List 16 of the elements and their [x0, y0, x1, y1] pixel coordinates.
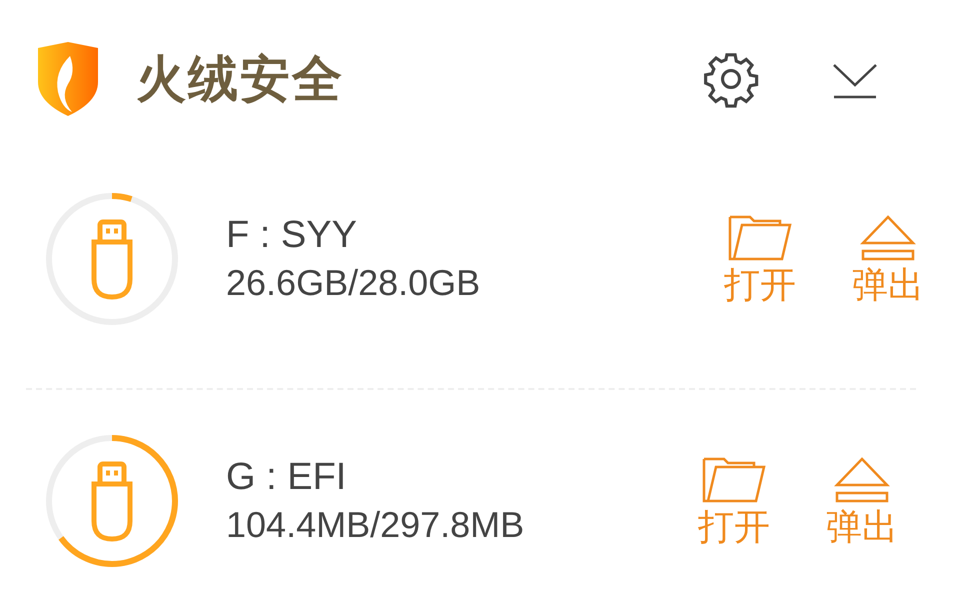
usb-drive-icon [92, 220, 132, 300]
eject-button[interactable]: 弹出 [838, 215, 938, 303]
logo-icon [36, 42, 100, 116]
usb-drive-icon [92, 462, 132, 542]
eject-icon [859, 215, 917, 261]
app-title: 火绒安全 [136, 54, 344, 104]
eject-button[interactable]: 弹出 [812, 457, 912, 545]
eject-icon [833, 457, 891, 503]
open-button[interactable]: 打开 [710, 215, 810, 303]
drive-name: G : EFI [226, 454, 348, 500]
drive-name: F : SYY [226, 212, 358, 258]
drive-capacity: 26.6GB/28.0GB [226, 261, 480, 306]
folder-icon [702, 457, 766, 503]
open-button[interactable]: 打开 [684, 457, 784, 545]
drive-capacity: 104.4MB/297.8MB [226, 503, 524, 548]
folder-icon [728, 215, 792, 261]
